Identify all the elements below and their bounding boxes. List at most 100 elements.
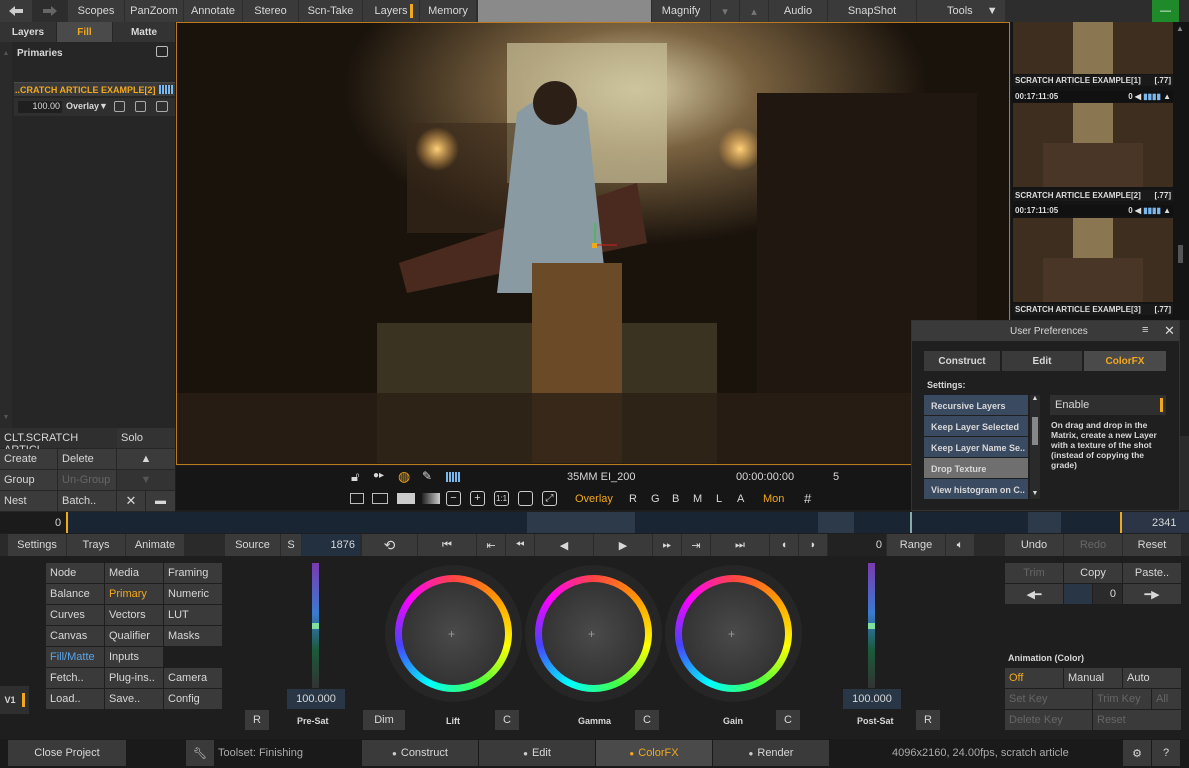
tab-matte[interactable]: Matte [113,22,175,42]
anim-manual-button[interactable]: Manual [1064,668,1122,688]
play-reverse-icon[interactable]: ◀ [535,534,593,556]
playhead[interactable] [66,512,68,533]
tab-fill[interactable]: Fill [57,22,112,42]
menu-item-curves[interactable]: Curves [46,605,104,625]
pref-scrollbar[interactable]: ▲ ▼ [1030,395,1040,499]
range-button[interactable]: Range [887,534,945,556]
channel-m[interactable]: M [693,493,702,505]
menu-item-canvas[interactable]: Canvas [46,626,104,646]
menu-item-framing[interactable]: Framing [164,563,222,583]
opacity-value[interactable]: 100.00 [18,101,62,113]
prev-mark-icon[interactable]: ⇤ [477,534,505,556]
chevron-up-icon[interactable]: ▴ [740,0,768,22]
ungroup-button[interactable]: Un-Group [58,470,116,490]
pref-item-view-histogram[interactable]: View histogram on C.. [924,479,1028,499]
post-sat-slider[interactable] [868,563,875,688]
layer-row[interactable]: ..CRATCH ARTICLE EXAMPLE[2] [14,82,175,96]
menu-item-media[interactable]: Media [105,563,163,583]
next-frame-icon[interactable]: ⏩︎ [653,534,681,556]
tab-layers[interactable]: Layers [0,22,56,42]
channel-r[interactable]: R [629,493,637,505]
reset-button[interactable]: Reset [1123,534,1181,556]
memory-slot[interactable] [478,0,651,22]
undo-button[interactable]: Undo [1005,534,1063,556]
panel-icon[interactable] [156,101,168,112]
range-value[interactable]: 0 [828,534,886,556]
zoom-in-icon[interactable]: + [470,491,485,506]
panel-toggle-icon[interactable] [156,46,168,57]
scrollbar[interactable]: ▲ [0,42,12,442]
speaker-icon[interactable]: 🔈︎ [946,534,974,556]
source-button[interactable]: Source [225,534,280,556]
pre-sat-reset-button[interactable]: R [245,710,269,730]
grid-icon[interactable]: # [804,491,811,506]
skip-start-icon[interactable]: ⏮ [418,534,476,556]
channel-l[interactable]: L [716,493,722,505]
pre-sat-handle[interactable] [312,623,319,629]
move-up-icon[interactable]: ▲ [117,449,175,469]
menu-item-balance[interactable]: Balance [46,584,104,604]
lift-wheel[interactable]: + [385,565,522,702]
loop-icon[interactable]: ⟲ [362,534,417,556]
next-mark-icon[interactable]: ⇥ [682,534,710,556]
wrench-icon[interactable]: 🔧︎ [186,740,214,766]
lock-icon[interactable]: 🔓︎ [351,469,359,485]
source-frame[interactable]: 1876 [302,534,360,556]
mark-out-icon[interactable]: ◗ [799,534,827,556]
trim-key-button[interactable]: Trim Key [1093,689,1151,709]
menu-item-primary[interactable]: Primary [105,584,163,604]
tab-construct-main[interactable]: ● Construct [362,740,478,766]
scopes-button[interactable]: Scopes [68,0,124,22]
lift-center-button[interactable]: C [495,710,519,730]
menu-item-lut[interactable]: LUT [164,605,222,625]
scroll-thumb[interactable] [1178,245,1183,263]
overlay-toggle[interactable]: Overlay [575,493,613,505]
tab-edit-main[interactable]: ● Edit [479,740,595,766]
paste-button[interactable]: Paste.. [1123,563,1181,583]
menu-item-config[interactable]: Config [164,689,222,709]
menu-icon[interactable]: ≡ [1142,324,1148,336]
panzoom-button[interactable]: PanZoom [125,0,183,22]
record-icon[interactable]: ●▸ [373,470,384,481]
menu-item-plug-ins[interactable]: Plug-ins.. [105,668,163,688]
tools-button[interactable]: Tools ▼ [917,0,1005,22]
gain-wheel[interactable]: + [665,565,802,702]
tab-render-main[interactable]: ● Render [713,740,829,766]
anim-reset-button[interactable]: Reset [1093,710,1181,730]
memory-button[interactable]: Memory [420,0,476,22]
copy-button[interactable]: Copy [1064,563,1122,583]
menu-item-masks[interactable]: Masks [164,626,222,646]
scroll-down-icon[interactable]: ▼ [0,414,12,426]
image-viewer[interactable] [176,22,1010,465]
gear-icon[interactable]: ⚙ [1123,740,1151,766]
prev-arrow-icon[interactable]: ◀━ [1005,584,1063,604]
tab-colorfx-main[interactable]: ● ColorFX [596,740,712,766]
fit-screen-icon[interactable] [518,491,533,506]
create-button[interactable]: Create [0,449,57,469]
menu-item-vectors[interactable]: Vectors [105,605,163,625]
annotate-button[interactable]: Annotate [184,0,242,22]
snapshot-button[interactable]: SnapShot [828,0,916,22]
enable-toggle[interactable]: Enable [1050,395,1166,415]
redo-button[interactable]: Redo [1064,534,1122,556]
gamma-center-button[interactable]: C [635,710,659,730]
prev-frame-icon[interactable]: ⏪︎ [506,534,534,556]
delete-key-button[interactable]: Delete Key [1005,710,1092,730]
layers-button[interactable]: Layers [363,0,419,22]
mark-in-icon[interactable]: ◖ [770,534,798,556]
post-sat-reset-button[interactable]: R [916,710,940,730]
animate-button[interactable]: Animate [126,534,184,556]
menu-item-inputs[interactable]: Inputs [105,647,163,667]
checkbox-icon[interactable] [135,101,146,112]
close-icon[interactable]: ✕ [1164,323,1175,339]
minimize-icon[interactable]: — [1152,0,1179,22]
pencil-icon[interactable]: ✎ [422,469,432,483]
checkbox-icon[interactable] [114,101,125,112]
move-down-icon[interactable]: ▼ [117,470,175,490]
skip-end-icon[interactable]: ⏭ [711,534,769,556]
thumbnail-2[interactable] [1013,103,1173,187]
menu-item-node[interactable]: Node [46,563,104,583]
group-button[interactable]: Group [0,470,57,490]
post-sat-handle[interactable] [868,623,875,629]
trim-button[interactable]: Trim [1005,563,1063,583]
